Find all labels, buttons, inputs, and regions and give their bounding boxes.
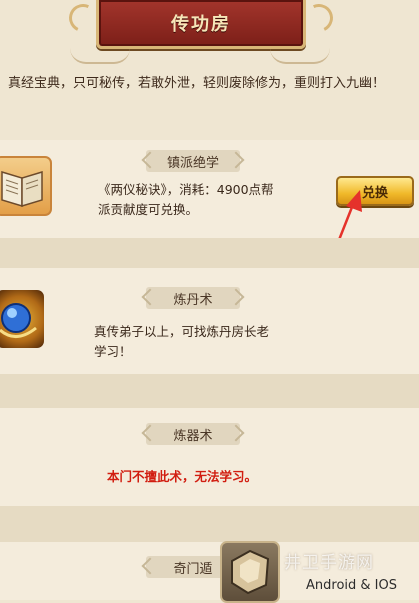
divider-band: [0, 374, 419, 408]
elixir-orb-icon[interactable]: [0, 290, 44, 348]
divider-band: [0, 506, 419, 542]
sect-skill-desc-line1: 《两仪秘诀》，消耗：4900点帮: [98, 182, 274, 197]
watermark-platform: Android & IOS: [306, 578, 397, 593]
intro-text: 真经宝典，只可秘传，若敢外泄，轻则废除修为，重则打入九幽！: [8, 76, 386, 91]
sect-skill-desc-line2: 派贡献度可兑换。: [98, 202, 199, 217]
section-alchemy: [0, 268, 419, 374]
scroll-ornament-right: [270, 48, 330, 64]
divider-band: [0, 238, 419, 268]
book-icon[interactable]: [0, 156, 52, 216]
watermark-logo: 井卫手游网: [284, 553, 374, 573]
forging-unavailable-text: 本门不擅此术，无法学习。: [107, 469, 258, 484]
section-tag-alchemy: 炼丹术: [146, 287, 240, 309]
stone-icon[interactable]: [220, 541, 280, 603]
section-tag-forging: 炼器术: [146, 423, 240, 445]
page-title: 传功房: [171, 14, 231, 35]
alchemy-desc-line1: 真传弟子以上，可找炼丹房长老: [94, 324, 270, 339]
title-plaque: 传功房: [96, 0, 306, 49]
scroll-ornament-left: [70, 48, 130, 64]
section-tag-sect-skill: 镇派绝学: [146, 150, 240, 172]
alchemy-desc-line2: 学习！: [94, 344, 132, 359]
